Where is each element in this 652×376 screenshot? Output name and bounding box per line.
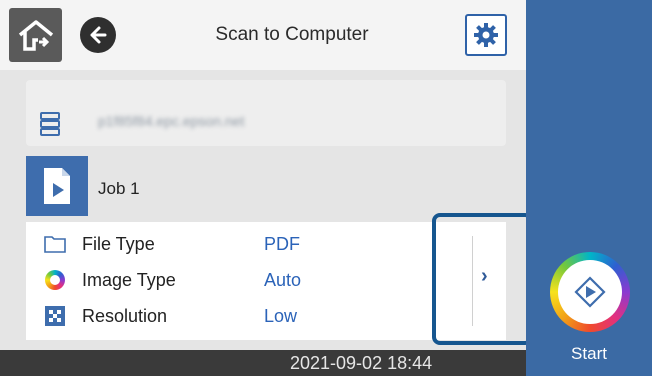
datetime: 2021-09-02 18:44 xyxy=(290,353,433,373)
highlight-callout xyxy=(432,213,533,345)
folder-icon xyxy=(44,233,66,255)
job-selector[interactable]: Job 1 xyxy=(26,154,506,216)
setting-row-image-type[interactable]: Image Type Auto xyxy=(26,262,436,298)
start-diamond-icon xyxy=(574,276,606,308)
document-icon-tile xyxy=(26,156,88,216)
start-button-inner xyxy=(558,260,622,324)
home-icon xyxy=(18,20,53,51)
computer-selector[interactable]: p1f85f84.epc.epson.net xyxy=(26,80,506,146)
resolution-value: Low xyxy=(264,305,298,326)
scan-to-computer-screen: Scan to Computer p1f85f84.epc.epson.net … xyxy=(0,0,652,376)
back-button[interactable] xyxy=(80,17,116,53)
settings-button[interactable] xyxy=(465,14,507,56)
server-icon xyxy=(40,112,60,136)
computer-name: p1f85f84.epc.epson.net xyxy=(98,113,245,129)
gear-icon xyxy=(474,23,498,47)
image-type-value: Auto xyxy=(264,269,302,290)
header-bar: Scan to Computer xyxy=(0,0,526,70)
page-title: Scan to Computer xyxy=(215,24,369,45)
setting-row-file-type[interactable]: File Type PDF xyxy=(26,226,436,262)
status-bar: 2021-09-02 18:44 xyxy=(0,350,526,376)
job-label: Job 1 xyxy=(98,179,140,198)
resolution-icon xyxy=(44,305,66,327)
home-button[interactable] xyxy=(9,8,62,62)
file-type-label: File Type xyxy=(82,233,155,254)
start-label: Start xyxy=(571,344,607,363)
image-type-label: Image Type xyxy=(82,269,176,290)
document-icon xyxy=(44,168,70,204)
setting-row-resolution[interactable]: Resolution Low xyxy=(26,298,436,334)
back-arrow-icon xyxy=(90,26,107,44)
file-type-value: PDF xyxy=(264,233,300,254)
color-ring-icon xyxy=(44,269,66,291)
resolution-label: Resolution xyxy=(82,305,168,326)
start-button[interactable] xyxy=(550,252,630,332)
